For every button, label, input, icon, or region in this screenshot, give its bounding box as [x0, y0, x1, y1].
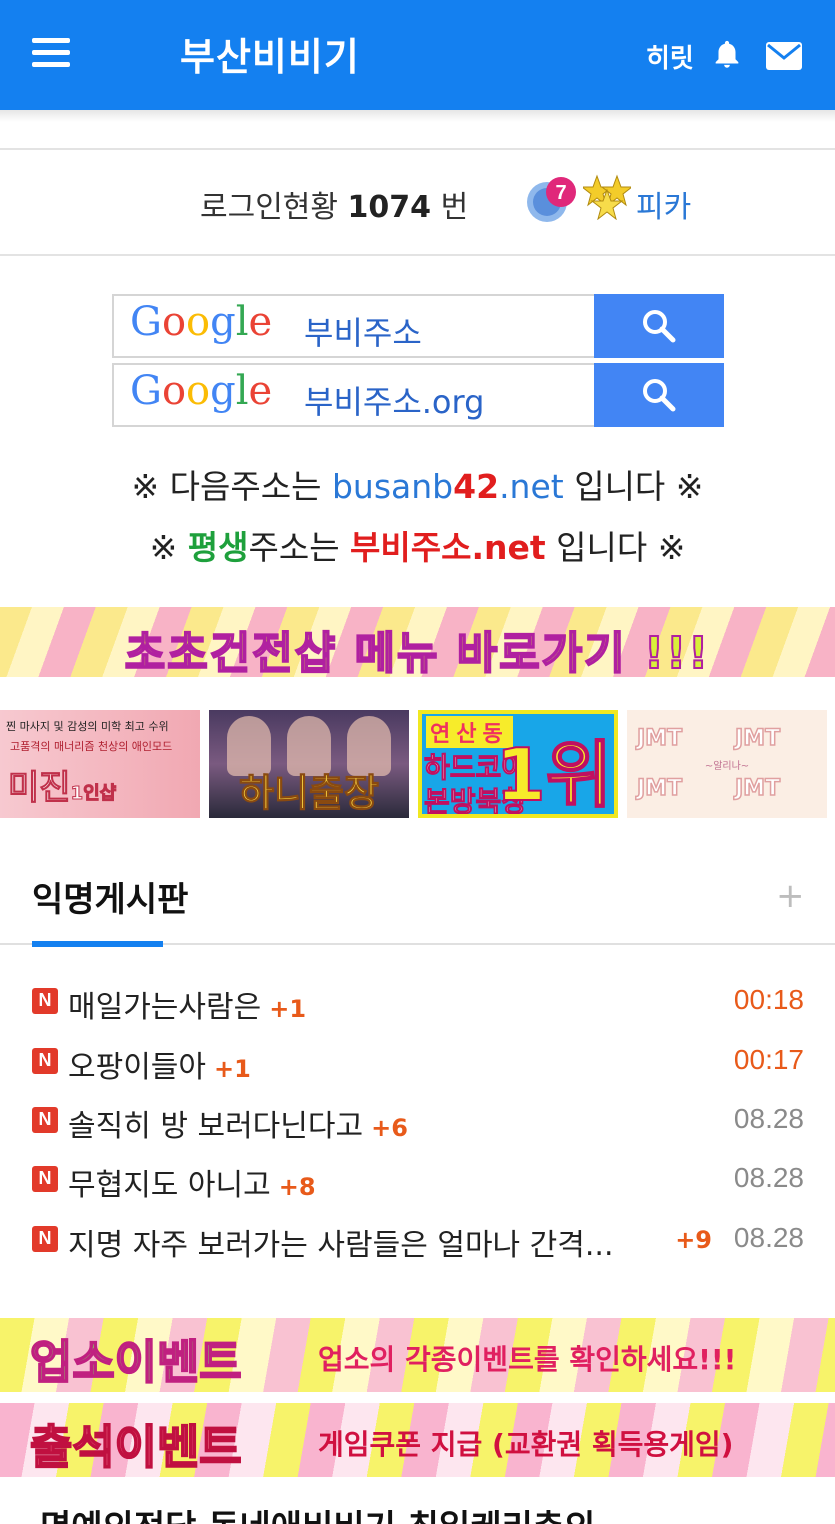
level-badge-icon: 7	[527, 177, 576, 222]
comment-count: +8	[278, 1173, 316, 1201]
search-icon	[643, 310, 676, 343]
hamburger-menu-icon[interactable]	[32, 38, 70, 70]
board-title[interactable]: 익명게시판	[32, 872, 188, 921]
shop-event-banner[interactable]: 업소이벤트 업소의 각종이벤트를 확인하세요!!!	[0, 1318, 835, 1392]
post-row[interactable]: 지명 자주 보러가는 사람들은 얼마나 간격... +9 08.28	[32, 1214, 804, 1264]
post-title[interactable]: 오팡이들아 +1	[68, 1042, 251, 1086]
ad-rank: 1위	[495, 732, 613, 817]
mail-icon[interactable]	[766, 42, 802, 70]
post-title[interactable]: 매일가는사람은 +1	[68, 982, 306, 1026]
ad-caption: JMT	[734, 775, 781, 802]
post-title[interactable]: 지명 자주 보러가는 사람들은 얼마나 간격...	[68, 1220, 614, 1264]
search-button[interactable]	[594, 363, 724, 427]
plus-icon[interactable]: +	[776, 876, 805, 916]
post-title[interactable]: 솔직히 방 보러다닌다고 +6	[68, 1101, 408, 1145]
active-tab-indicator	[32, 941, 163, 947]
ad-banner-hani[interactable]: 하니출장	[209, 710, 409, 818]
google-logo: Google	[130, 299, 273, 345]
permanent-domain[interactable]: 부비주소.net	[350, 528, 546, 567]
ad-caption: 찐 마사지 및 감성의 미학 최고 수위	[6, 720, 169, 733]
new-badge-icon	[32, 1107, 58, 1133]
search-button[interactable]	[594, 294, 724, 358]
bell-icon[interactable]	[710, 38, 744, 72]
ad-banner-yeonsan[interactable]: 연산동 하드코어 본방북창 1위	[418, 710, 618, 818]
search-query: 부비주소.org	[304, 383, 485, 421]
post-row[interactable]: 오팡이들아+1 00:17	[32, 1036, 804, 1086]
login-status-row: 로그인현황 1074 번 7 피카	[0, 150, 835, 254]
comment-count: +1	[269, 995, 307, 1023]
bottom-nav-partial[interactable]: 명예의전당 동네애비비기 최일케리춘의	[40, 1500, 595, 1524]
ad-caption: JMT	[636, 725, 683, 752]
post-row[interactable]: 매일가는사람은+1 00:18	[32, 976, 804, 1026]
new-badge-icon	[32, 1226, 58, 1252]
ad-caption: JMT	[636, 775, 683, 802]
user-nickname[interactable]: 피카	[636, 182, 691, 226]
ad-title: 하니출장	[239, 771, 380, 816]
stars-icon	[583, 174, 631, 220]
post-date: 08.28	[733, 1103, 804, 1134]
banner-title: 업소이벤트	[29, 1334, 243, 1390]
login-count: 1074	[347, 190, 432, 225]
ad-caption: 고품격의 매너리즘 천상의 애인모드	[10, 740, 173, 753]
post-row[interactable]: 무협지도 아니고+8 08.28	[32, 1154, 804, 1204]
new-badge-icon	[32, 988, 58, 1014]
ad-banner-mijin[interactable]: 찐 마사지 및 감성의 미학 최고 수위 고품격의 매너리즘 천상의 애인모드 …	[0, 710, 200, 818]
ad-title: 미진1인샵	[8, 768, 117, 809]
comment-count: +1	[214, 1055, 251, 1083]
ad-caption: JMT	[734, 725, 781, 752]
top-app-bar: 부산비비기 히릿	[0, 0, 835, 110]
header-shadow	[0, 110, 835, 122]
login-status-text: 로그인현황 1074 번	[200, 182, 468, 226]
google-logo: Google	[130, 368, 273, 414]
site-title[interactable]: 부산비비기	[180, 26, 360, 81]
shop-menu-banner[interactable]: 초초건전샵 메뉴 바로가기 !!!	[0, 607, 835, 677]
new-badge-icon	[32, 1048, 58, 1074]
search-box-2[interactable]: Google 부비주소.org	[112, 363, 724, 427]
post-date: 00:17	[733, 1044, 804, 1075]
search-query: 부비주소	[304, 314, 422, 352]
ad-caption: ~알리나~	[704, 761, 750, 772]
post-date: 08.28	[733, 1162, 804, 1193]
banner-title: 출석이벤트	[29, 1419, 243, 1475]
post-title[interactable]: 무협지도 아니고 +8	[68, 1160, 316, 1204]
level-number: 7	[555, 182, 566, 204]
user-name[interactable]: 히릿	[646, 38, 694, 75]
login-count-unit: 번	[440, 190, 469, 225]
attendance-event-banner[interactable]: 출석이벤트 게임쿠폰 지급 (교환권 획득용게임)	[0, 1403, 835, 1477]
next-address-notice: ※ 다음주소는 busanb42.net 입니다 ※	[131, 467, 704, 506]
divider	[0, 254, 835, 256]
login-status-label: 로그인현황	[200, 190, 338, 225]
search-box-1[interactable]: Google 부비주소	[112, 294, 724, 358]
post-row[interactable]: 솔직히 방 보러다닌다고+6 08.28	[32, 1095, 804, 1145]
comment-count: +6	[371, 1114, 408, 1142]
post-date: 00:18	[733, 984, 804, 1015]
shop-menu-banner-label: 초초건전샵 메뉴 바로가기 !!!	[124, 627, 711, 677]
post-date: 08.28	[733, 1222, 804, 1253]
next-domain[interactable]: busanb42.net	[332, 467, 564, 506]
ad-banner-jmt[interactable]: JMT JMT ~알리나~ JMT JMT	[627, 710, 827, 818]
permanent-address-notice: ※ 평생주소는 부비주소.net 입니다 ※	[149, 528, 686, 567]
banner-description: 게임쿠폰 지급 (교환권 획득용게임)	[318, 1428, 734, 1461]
new-badge-icon	[32, 1166, 58, 1192]
search-icon	[643, 379, 676, 412]
comment-count: +9	[675, 1226, 712, 1254]
banner-description: 업소의 각종이벤트를 확인하세요!!!	[318, 1343, 737, 1376]
